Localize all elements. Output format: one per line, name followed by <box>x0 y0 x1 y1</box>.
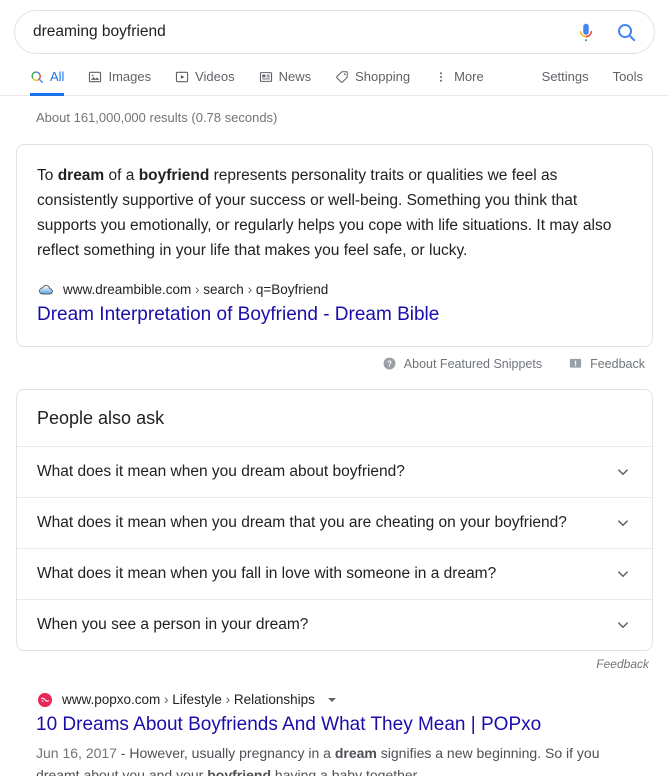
microphone-icon[interactable] <box>575 21 597 43</box>
paa-question-label: When you see a person in your dream? <box>37 616 309 633</box>
paa-question-item[interactable]: What does it mean when you dream that yo… <box>17 497 652 548</box>
svg-text:?: ? <box>387 359 392 368</box>
image-icon <box>88 70 102 84</box>
organic-result: www.popxo.com › Lifestyle › Relationship… <box>16 671 653 776</box>
tab-videos[interactable]: Videos <box>163 70 247 95</box>
tab-news[interactable]: News <box>247 70 324 95</box>
organic-result-snippet: Jun 16, 2017 - However, usually pregnanc… <box>36 745 600 776</box>
tab-all[interactable]: All <box>22 69 76 96</box>
search-input[interactable] <box>33 23 565 41</box>
about-featured-snippets-link[interactable]: ? About Featured Snippets <box>382 356 542 371</box>
search-icon <box>30 70 44 84</box>
tab-shopping[interactable]: Shopping <box>323 70 422 95</box>
tab-label: More <box>454 69 484 84</box>
price-tag-icon <box>335 70 349 84</box>
tab-label: Videos <box>195 69 235 84</box>
organic-result-title-link[interactable]: 10 Dreams About Boyfriends And What They… <box>36 711 633 738</box>
paa-question-label: What does it mean when you dream about b… <box>37 463 405 480</box>
settings-label: Settings <box>541 69 589 84</box>
featured-snippet-text: To dream of a boyfriend represents perso… <box>37 167 612 259</box>
featured-snippet-feedback-link[interactable]: Feedback <box>568 356 645 371</box>
paa-question-item[interactable]: What does it mean when you fall in love … <box>17 548 652 599</box>
featured-snippet-footer: ? About Featured Snippets Feedback <box>16 347 653 371</box>
paa-question-item[interactable]: What does it mean when you dream about b… <box>17 446 652 497</box>
tab-label: All <box>50 69 65 84</box>
tab-label: Shopping <box>355 69 411 84</box>
result-stats: About 161,000,000 results (0.78 seconds) <box>36 110 278 125</box>
paa-question-label: What does it mean when you fall in love … <box>37 565 497 582</box>
tab-images[interactable]: Images <box>76 70 163 95</box>
tab-label: Images <box>108 69 152 84</box>
tools-label: Tools <box>612 69 643 84</box>
paa-question-item[interactable]: When you see a person in your dream? <box>17 599 652 650</box>
search-bar-container <box>0 0 669 54</box>
people-also-ask-header: People also ask <box>37 408 165 428</box>
feedback-label: Feedback <box>590 356 645 371</box>
people-also-ask-feedback-link[interactable]: Feedback <box>16 651 653 671</box>
chevron-down-icon[interactable] <box>614 616 632 634</box>
feedback-flag-icon <box>568 356 583 371</box>
tab-label: News <box>278 69 312 84</box>
search-box[interactable] <box>14 10 655 54</box>
featured-snippet-url: www.dreambible.com › search › q=Boyfrien… <box>63 282 329 297</box>
search-nav-tabs: All Images Videos News Shopping More Set… <box>0 54 669 96</box>
tab-more[interactable]: More <box>422 70 496 95</box>
search-results-page: All Images <box>0 0 669 776</box>
paa-question-label: What does it mean when you dream that yo… <box>37 514 567 531</box>
cloud-favicon <box>37 282 54 299</box>
more-vertical-icon <box>434 70 448 84</box>
organic-result-url-row[interactable]: www.popxo.com › Lifestyle › Relationship… <box>36 691 633 709</box>
nav-tabs-left: All Images Videos News Shopping More <box>22 69 496 96</box>
search-icon[interactable] <box>615 21 638 44</box>
help-circle-icon: ? <box>382 356 397 371</box>
tools-button[interactable]: Tools <box>601 70 655 95</box>
featured-snippet-body: To dream of a boyfriend represents perso… <box>17 145 652 267</box>
chevron-down-icon[interactable] <box>614 463 632 481</box>
video-play-icon <box>175 70 189 84</box>
about-featured-snippets-label: About Featured Snippets <box>403 356 543 371</box>
popxo-favicon <box>36 692 53 709</box>
organic-result-url: www.popxo.com › Lifestyle › Relationship… <box>62 692 315 707</box>
featured-snippet-title-link[interactable]: Dream Interpretation of Boyfriend - Drea… <box>37 302 632 328</box>
news-icon <box>259 70 273 84</box>
search-box-icons <box>565 21 638 44</box>
settings-button[interactable]: Settings <box>534 70 601 95</box>
featured-snippet-card: To dream of a boyfriend represents perso… <box>16 144 653 347</box>
nav-tabs-right: Settings Tools <box>534 70 655 95</box>
featured-snippet-source: www.dreambible.com › search › q=Boyfrien… <box>17 267 652 346</box>
results-content: To dream of a boyfriend represents perso… <box>0 144 669 776</box>
featured-snippet-url-row[interactable]: www.dreambible.com › search › q=Boyfrien… <box>37 281 632 299</box>
caret-down-icon[interactable] <box>327 698 336 702</box>
people-also-ask-card: People also ask What does it mean when y… <box>16 389 653 651</box>
chevron-down-icon[interactable] <box>614 514 632 532</box>
chevron-down-icon[interactable] <box>614 565 632 583</box>
